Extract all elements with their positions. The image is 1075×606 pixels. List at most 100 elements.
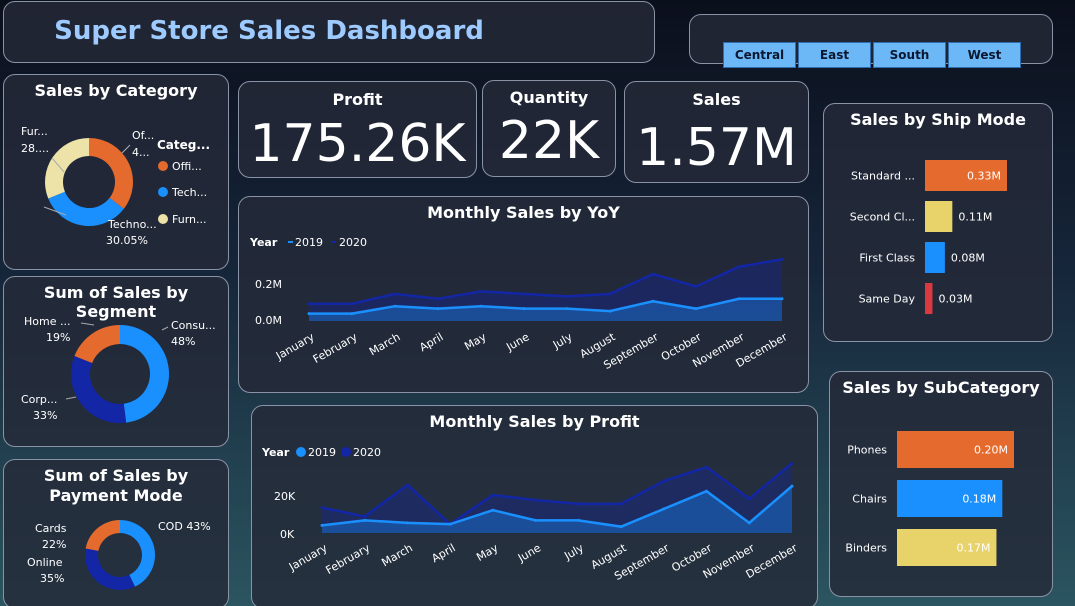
yoy-point-2020-march[interactable] <box>393 292 397 296</box>
yoy-point-2020-january[interactable] <box>307 302 311 306</box>
payment-value-online: 35% <box>40 572 64 585</box>
profit-point-2019-april[interactable] <box>448 522 452 526</box>
yoy-point-2019-march[interactable] <box>393 304 397 308</box>
subcategory-category-binders: Binders <box>845 542 887 555</box>
yoy-point-2019-may[interactable] <box>479 304 483 308</box>
profit-point-2019-june[interactable] <box>534 518 538 522</box>
category-value-furniture: 28.... <box>21 142 49 155</box>
yoy-point-2019-october[interactable] <box>694 307 698 311</box>
profit-point-2019-september[interactable] <box>662 507 666 511</box>
profit-point-2020-december[interactable] <box>790 461 794 465</box>
kpi-profit-label: Profit <box>332 90 383 109</box>
segment-label-corporate: Corp... <box>21 393 57 406</box>
profit-point-2019-december[interactable] <box>790 484 794 488</box>
profit-point-2020-october[interactable] <box>705 465 709 469</box>
sales-by-segment-chart: Home ... 19% Consu... 48% Corp... 33% <box>21 315 216 423</box>
ship-mode-category-first-class: First Class <box>859 252 915 265</box>
segment-slice-consu[interactable] <box>120 325 169 423</box>
region-button-east[interactable]: East <box>798 42 871 68</box>
subcategory-value-phones: 0.20M <box>974 444 1008 457</box>
legend-label-furniture: Furn... <box>172 213 207 226</box>
profit-point-2019-may[interactable] <box>491 508 495 512</box>
header-card: Super Store Sales Dashboard <box>3 1 655 63</box>
profit-ytick-0k: 0K <box>280 528 295 541</box>
region-button-south[interactable]: South <box>873 42 946 68</box>
yoy-point-2019-september[interactable] <box>651 299 655 303</box>
profit-point-2020-july[interactable] <box>576 502 580 506</box>
profit-point-2019-august[interactable] <box>619 525 623 529</box>
profit-point-2019-october[interactable] <box>705 489 709 493</box>
profit-point-2019-february[interactable] <box>363 518 367 522</box>
profit-point-2020-february[interactable] <box>363 515 367 519</box>
yoy-point-2019-february[interactable] <box>350 312 354 316</box>
legend-swatch-furniture <box>158 214 168 224</box>
yoy-point-2020-october[interactable] <box>694 284 698 288</box>
profit-xtick-january: January <box>286 541 330 574</box>
yoy-point-2020-june[interactable] <box>522 292 526 296</box>
sales-by-category-chart: Fur... 28.... Of... 4... Techno... 30.05… <box>21 125 210 247</box>
profit-xtick-july: July <box>561 541 586 563</box>
profit-xtick-april: April <box>429 541 457 565</box>
region-button-west[interactable]: West <box>948 42 1021 68</box>
payment-slice-online[interactable] <box>85 548 135 590</box>
profit-point-2020-september[interactable] <box>662 479 666 483</box>
segment-slice-corp[interactable] <box>70 355 127 423</box>
sales-by-ship-mode-chart: Standard ... 0.33M Second Cl... 0.11M First … <box>850 160 1007 314</box>
profit-point-2020-may[interactable] <box>491 493 495 497</box>
profit-point-2020-january[interactable] <box>320 506 324 510</box>
segment-slice-home[interactable] <box>74 325 120 363</box>
profit-legend-2019: 2019 <box>308 446 336 459</box>
yoy-point-2020-february[interactable] <box>350 302 354 306</box>
profit-xtick-february: February <box>324 541 373 577</box>
profit-point-2020-august[interactable] <box>619 502 623 506</box>
yoy-ytick-0.0m: 0.0M <box>255 314 282 327</box>
yoy-point-2019-january[interactable] <box>307 312 311 316</box>
profit-point-2020-march[interactable] <box>405 483 409 487</box>
sales-by-subcategory-chart: Phones 0.20M Chairs 0.18M Binders 0.17M <box>845 431 1014 566</box>
category-legend-title: Categ... <box>157 138 210 152</box>
legend-label-office: Offi... <box>172 160 202 173</box>
profit-point-2019-january[interactable] <box>320 523 324 527</box>
subcategory-value-binders: 0.17M <box>956 542 990 555</box>
yoy-point-2019-november[interactable] <box>737 297 741 301</box>
yoy-point-2019-july[interactable] <box>565 307 569 311</box>
sales-by-segment-card: Sum of Sales by Segment Home ... 19% Con… <box>3 276 229 447</box>
yoy-point-2020-august[interactable] <box>608 292 612 296</box>
ship-mode-bar-first-class[interactable] <box>925 242 945 273</box>
sales-by-payment-chart: COD 43% Cards 22% Online 35% <box>27 520 211 590</box>
profit-point-2019-march[interactable] <box>405 521 409 525</box>
yoy-point-2020-april[interactable] <box>436 297 440 301</box>
ship-mode-bar-second-cl[interactable] <box>925 201 953 232</box>
ship-mode-bar-same-day[interactable] <box>925 283 933 314</box>
yoy-legend-2019: 2019 <box>295 236 323 249</box>
profit-xtick-may: May <box>474 541 501 564</box>
sales-by-payment-card: Sum of Sales by Payment Mode COD 43% Car… <box>3 459 229 606</box>
yoy-point-2019-december[interactable] <box>780 297 784 301</box>
sales-by-ship-mode-card: Sales by Ship Mode Standard ... 0.33M Seco… <box>823 103 1053 342</box>
yoy-point-2020-november[interactable] <box>737 265 741 269</box>
profit-point-2020-november[interactable] <box>747 497 751 501</box>
segment-value-corporate: 33% <box>33 409 57 422</box>
yoy-point-2020-may[interactable] <box>479 289 483 293</box>
yoy-point-2019-june[interactable] <box>522 307 526 311</box>
yoy-point-2020-december[interactable] <box>780 257 784 261</box>
yoy-point-2020-september[interactable] <box>651 272 655 276</box>
legend-label-technology: Tech... <box>171 186 207 199</box>
payment-label-cod: COD 43% <box>158 520 211 533</box>
profit-legend-swatch-2019 <box>296 447 306 457</box>
yoy-point-2019-april[interactable] <box>436 307 440 311</box>
profit-xtick-march: March <box>379 541 415 569</box>
subcategory-value-chairs: 0.18M <box>962 493 996 506</box>
category-slice-fur[interactable] <box>45 138 89 199</box>
profit-point-2020-june[interactable] <box>534 498 538 502</box>
yoy-legend-2020: 2020 <box>339 236 367 249</box>
payment-slice-cards[interactable] <box>85 520 120 551</box>
yoy-xtick-january: January <box>273 330 317 363</box>
profit-point-2019-november[interactable] <box>747 521 751 525</box>
profit-point-2019-july[interactable] <box>576 518 580 522</box>
region-button-central[interactable]: Central <box>723 42 796 68</box>
yoy-point-2019-august[interactable] <box>608 309 612 313</box>
ship-mode-value-standard: 0.33M <box>967 170 1001 183</box>
profit-xtick-june: June <box>515 541 543 565</box>
yoy-point-2020-july[interactable] <box>565 294 569 298</box>
